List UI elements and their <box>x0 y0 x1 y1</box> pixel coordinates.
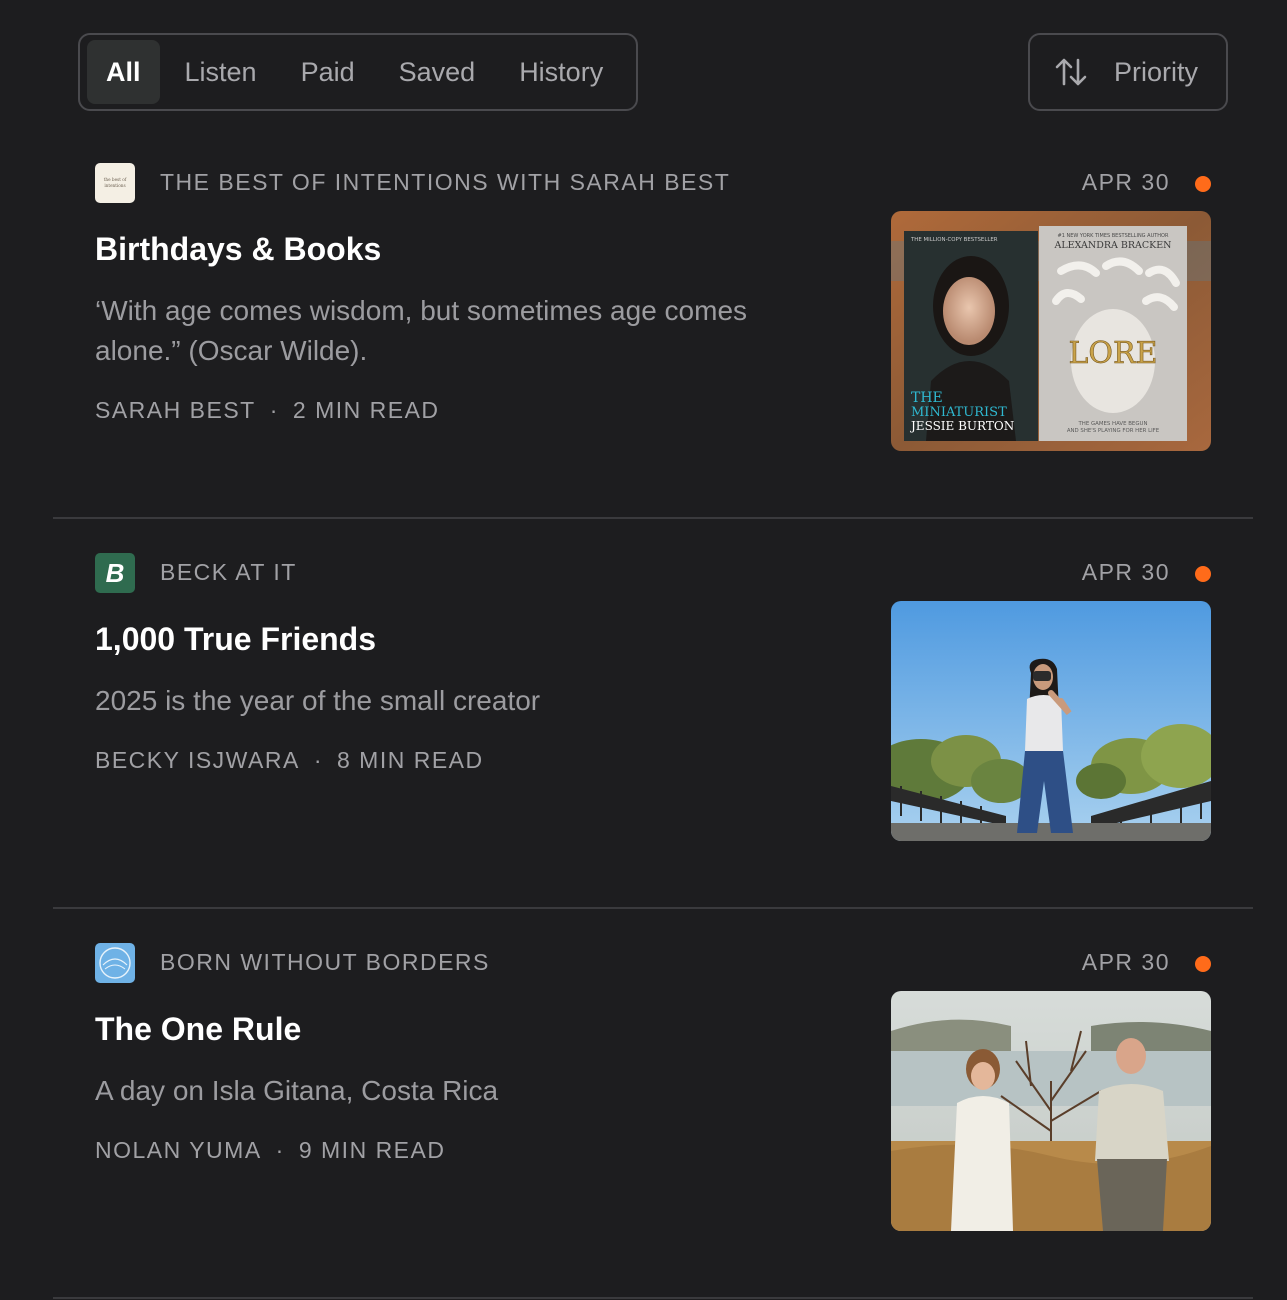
post-title[interactable]: 1,000 True Friends <box>95 621 376 658</box>
post-thumbnail[interactable] <box>891 991 1211 1231</box>
sort-arrows-icon <box>1055 58 1087 86</box>
publication-name[interactable]: BORN WITHOUT BORDERS <box>160 949 490 976</box>
unread-indicator <box>1195 956 1211 972</box>
post-meta: BECKY ISJWARA · 8 MIN READ <box>95 747 484 773</box>
publication-name[interactable]: THE BEST OF INTENTIONS WITH SARAH BEST <box>160 169 730 196</box>
post-title[interactable]: Birthdays & Books <box>95 231 381 268</box>
post-date: APR 30 <box>1081 169 1170 195</box>
svg-text:intentions: intentions <box>104 183 125 188</box>
tab-all[interactable]: All <box>87 40 160 104</box>
book1-title-b: MINIATURIST <box>911 405 1007 420</box>
publication-name[interactable]: BECK AT IT <box>160 559 297 586</box>
post-card[interactable]: the best of intentions THE BEST OF INTEN… <box>53 129 1253 519</box>
post-meta: SARAH BEST · 2 MIN READ <box>95 397 440 423</box>
unread-indicator <box>1195 566 1211 582</box>
sort-priority-button[interactable]: Priority <box>1028 33 1228 111</box>
book1-top: THE MILLION-COPY BESTSELLER <box>910 237 998 243</box>
post-author[interactable]: NOLAN YUMA <box>95 1137 262 1163</box>
book1-author: JESSIE BURTON <box>909 419 1014 433</box>
post-thumbnail[interactable]: THE MILLION-COPY BESTSELLER THE MINIATUR… <box>891 211 1211 451</box>
post-thumbnail[interactable] <box>891 601 1211 841</box>
publication-logo[interactable]: B <box>95 553 135 593</box>
tab-paid[interactable]: Paid <box>282 40 374 104</box>
svg-text:the best of: the best of <box>104 177 127 182</box>
tab-saved[interactable]: Saved <box>380 40 495 104</box>
post-card[interactable]: B BECK AT IT APR 30 1,000 True Friends 2… <box>53 519 1253 909</box>
filter-tabs: All Listen Paid Saved History <box>78 33 638 111</box>
post-subtitle: 2025 is the year of the small creator <box>95 685 541 716</box>
post-subtitle: A day on Isla Gitana, Costa Rica <box>95 1075 499 1106</box>
post-title[interactable]: The One Rule <box>95 1011 301 1048</box>
post-date: APR 30 <box>1081 949 1170 975</box>
post-card[interactable]: BORN WITHOUT BORDERS APR 30 The One Rule… <box>53 909 1253 1299</box>
unread-indicator <box>1195 176 1211 192</box>
post-date: APR 30 <box>1081 559 1170 585</box>
book2-title: LORE <box>1068 336 1157 371</box>
sort-label: Priority <box>1114 56 1199 87</box>
post-author[interactable]: SARAH BEST <box>95 397 256 423</box>
book2-author: ALEXANDRA BRACKEN <box>1054 240 1172 251</box>
post-author[interactable]: BECKY ISJWARA <box>95 747 300 773</box>
publication-logo[interactable]: the best of intentions <box>95 163 135 203</box>
tab-listen[interactable]: Listen <box>166 40 276 104</box>
post-meta: NOLAN YUMA · 9 MIN READ <box>95 1137 446 1163</box>
read-time: 8 MIN READ <box>337 747 484 773</box>
book1-title-a: THE <box>911 390 943 406</box>
book2-tagline-a: THE GAMES HAVE BEGUN <box>1078 421 1148 427</box>
publication-logo[interactable] <box>95 943 135 983</box>
logo-letter: B <box>105 557 125 588</box>
tab-history[interactable]: History <box>500 40 622 104</box>
book2-tagline-b: AND SHE'S PLAYING FOR HER LIFE <box>1067 428 1160 434</box>
read-time: 9 MIN READ <box>298 1137 446 1163</box>
read-time: 2 MIN READ <box>292 397 440 423</box>
book2-top: #1 NEW YORK TIMES BESTSELLING AUTHOR <box>1058 233 1169 239</box>
post-subtitle: ‘With age comes wisdom, but sometimes ag… <box>95 295 748 366</box>
